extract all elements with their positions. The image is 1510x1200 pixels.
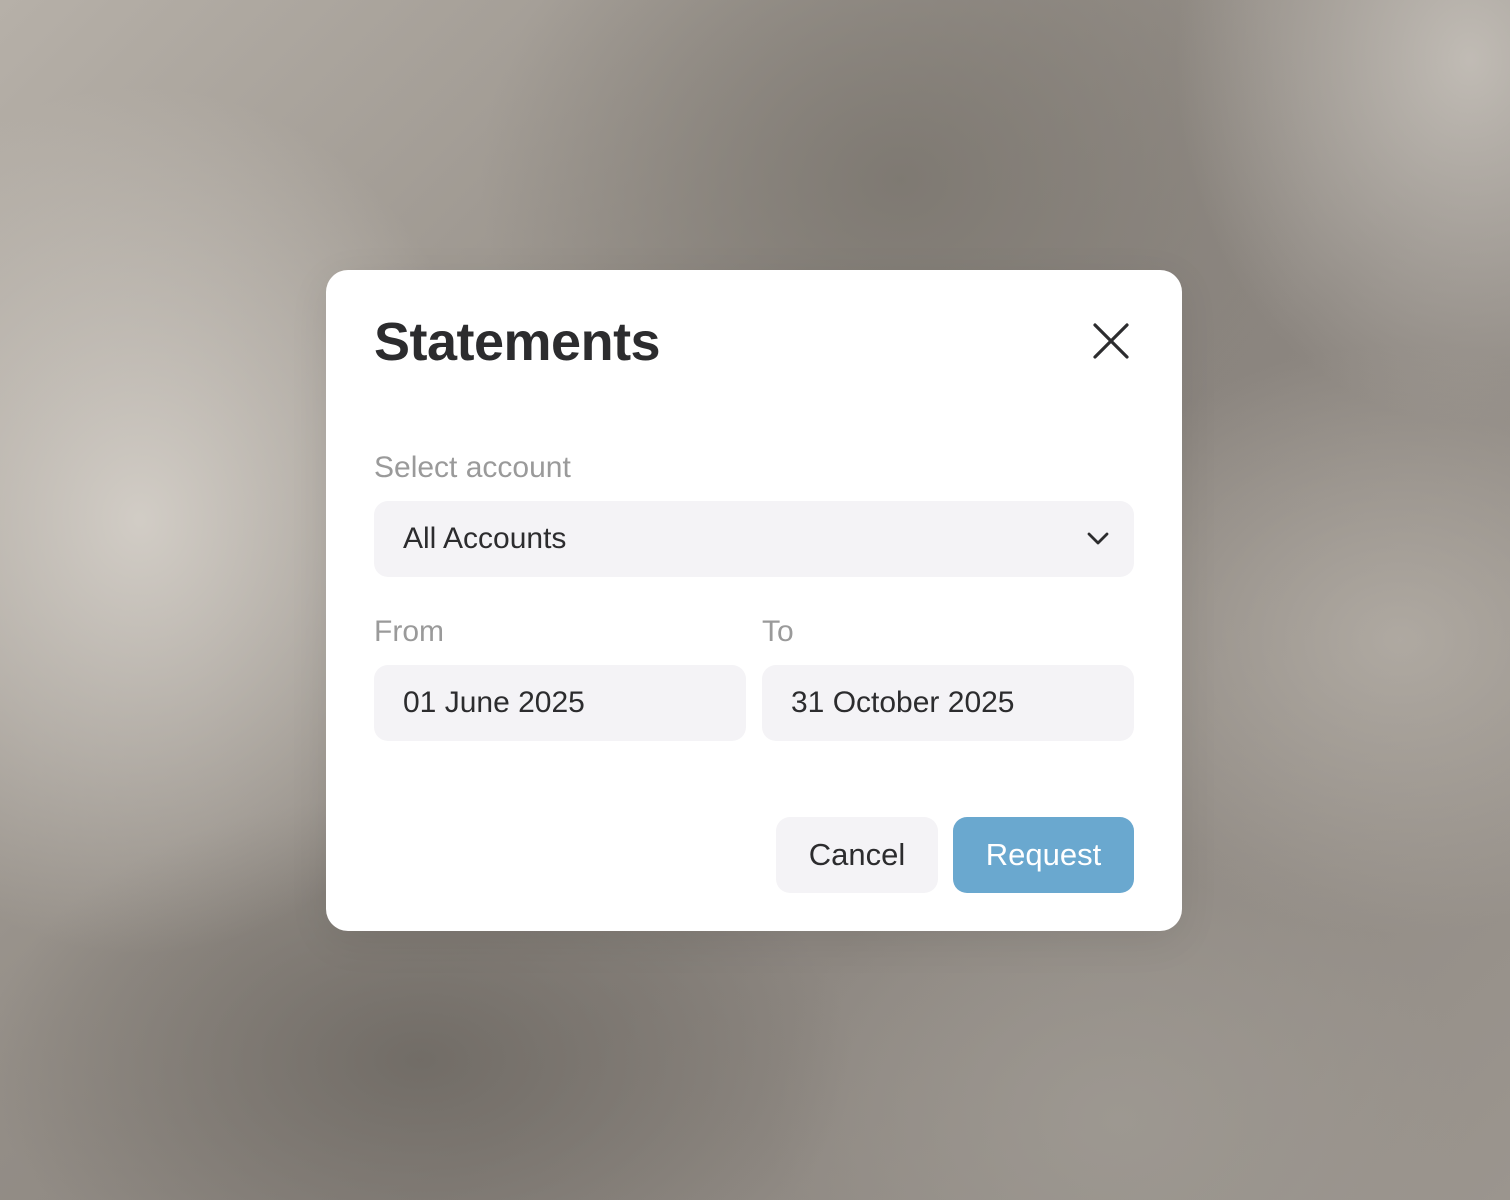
to-date-value: 31 October 2025 [791,686,1015,719]
cancel-button[interactable]: Cancel [776,817,938,893]
close-icon [1093,323,1129,359]
dialog-title: Statements [374,312,661,372]
statements-dialog: Statements Select account All Accounts F… [326,270,1182,931]
chevron-down-icon [1086,527,1110,551]
account-select-value: All Accounts [403,522,567,555]
to-label: To [762,615,794,648]
from-date-value: 01 June 2025 [403,686,585,719]
close-button[interactable] [1084,314,1138,368]
from-date-field[interactable]: 01 June 2025 [374,665,746,741]
account-select[interactable]: All Accounts [374,501,1134,577]
request-button[interactable]: Request [953,817,1134,893]
to-date-field[interactable]: 31 October 2025 [762,665,1134,741]
select-account-label: Select account [374,451,571,484]
from-label: From [374,615,444,648]
